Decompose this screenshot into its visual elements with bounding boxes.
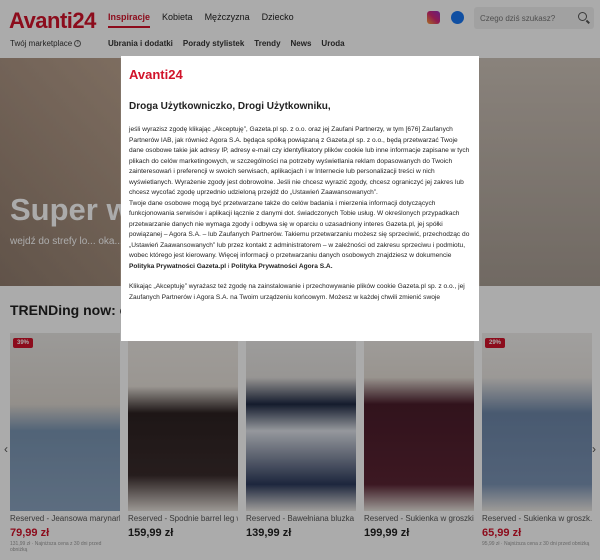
privacy-policy-link-agora[interactable]: Polityka Prywatności Agora S.A. [231, 263, 332, 270]
modal-logo: Avanti24 [129, 67, 183, 82]
modal-body: jeśli wyrazisz zgodę klikając „Akceptuję… [129, 125, 471, 313]
consent-paragraph: jeśli wyrazisz zgodę klikając „Akceptuję… [129, 126, 470, 196]
privacy-policy-link-gazeta[interactable]: Polityka Prywatności Gazeta.pl [129, 263, 226, 270]
consent-paragraph: Klikając „Akceptuję” wyrażasz też zgodę … [129, 283, 465, 301]
consent-paragraph: Twoje dane osobowe mogą być przetwarzane… [129, 199, 471, 273]
consent-text: Twoje dane osobowe mogą być przetwarzane… [129, 199, 470, 260]
consent-modal: Avanti24 Droga Użytkowniczko, Drogi Użyt… [121, 56, 479, 341]
modal-title: Droga Użytkowniczko, Drogi Użytkowniku, [129, 101, 331, 112]
